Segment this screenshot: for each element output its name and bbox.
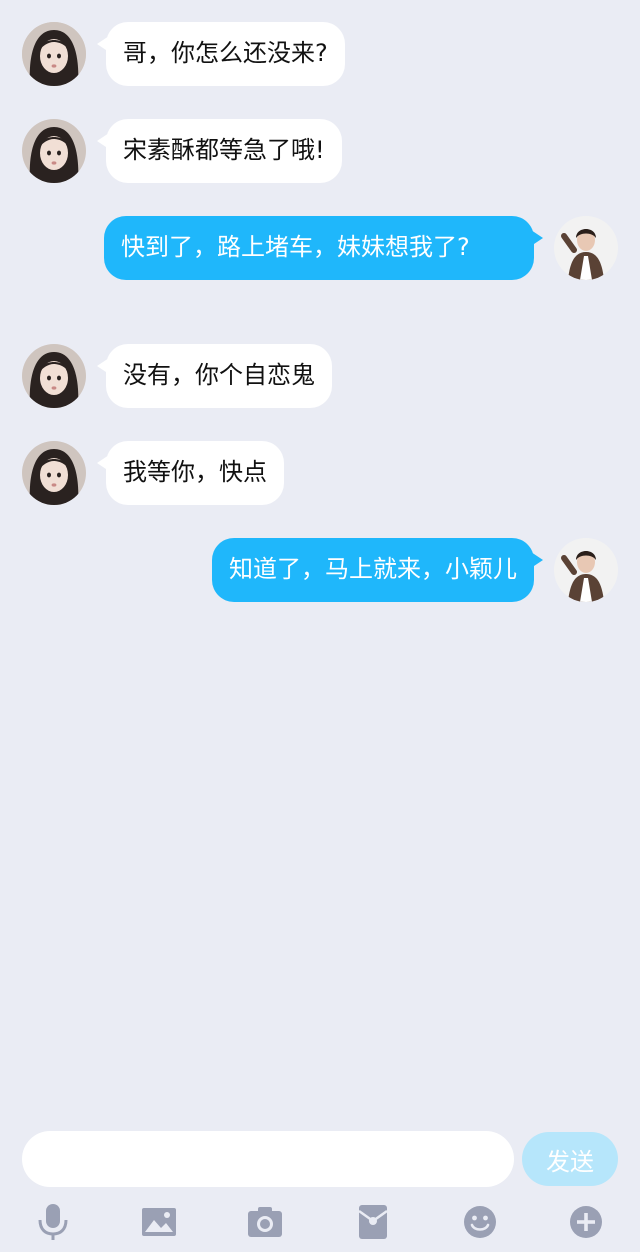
message-row: 快到了，路上堵车，妹妹想我了? <box>104 216 618 280</box>
contact-avatar[interactable] <box>22 22 86 86</box>
send-button[interactable]: 发送 <box>522 1132 618 1186</box>
input-toolbar <box>0 1196 640 1246</box>
incoming-message-bubble[interactable]: 我等你，快点 <box>97 441 284 505</box>
chat-message-list[interactable]: 哥，你怎么还没来? 宋素酥都等急了哦! 快到了，路上堵车，妹妹想我了? 没有，你… <box>0 0 640 1120</box>
message-row: 没有，你个自恋鬼 <box>22 344 332 408</box>
plus-icon[interactable] <box>566 1202 606 1242</box>
outgoing-message-bubble[interactable]: 快到了，路上堵车，妹妹想我了? <box>104 216 543 280</box>
microphone-icon[interactable] <box>33 1202 73 1242</box>
contact-avatar[interactable] <box>22 119 86 183</box>
contact-avatar[interactable] <box>22 344 86 408</box>
message-row: 知道了，马上就来，小颖儿 <box>212 538 618 602</box>
message-row: 哥，你怎么还没来? <box>22 22 345 86</box>
camera-icon[interactable] <box>245 1202 285 1242</box>
incoming-message-bubble[interactable]: 宋素酥都等急了哦! <box>97 119 342 183</box>
image-icon[interactable] <box>139 1202 179 1242</box>
outgoing-message-bubble[interactable]: 知道了，马上就来，小颖儿 <box>212 538 543 602</box>
message-row: 我等你，快点 <box>22 441 284 505</box>
incoming-message-bubble[interactable]: 哥，你怎么还没来? <box>97 22 345 86</box>
composer-bar: 发送 <box>0 1128 640 1192</box>
incoming-message-bubble[interactable]: 没有，你个自恋鬼 <box>97 344 332 408</box>
my-avatar[interactable] <box>554 216 618 280</box>
red-packet-icon[interactable] <box>353 1202 393 1242</box>
contact-avatar[interactable] <box>22 441 86 505</box>
message-input[interactable] <box>22 1131 514 1187</box>
my-avatar[interactable] <box>554 538 618 602</box>
emoji-icon[interactable] <box>460 1202 500 1242</box>
message-row: 宋素酥都等急了哦! <box>22 119 342 183</box>
